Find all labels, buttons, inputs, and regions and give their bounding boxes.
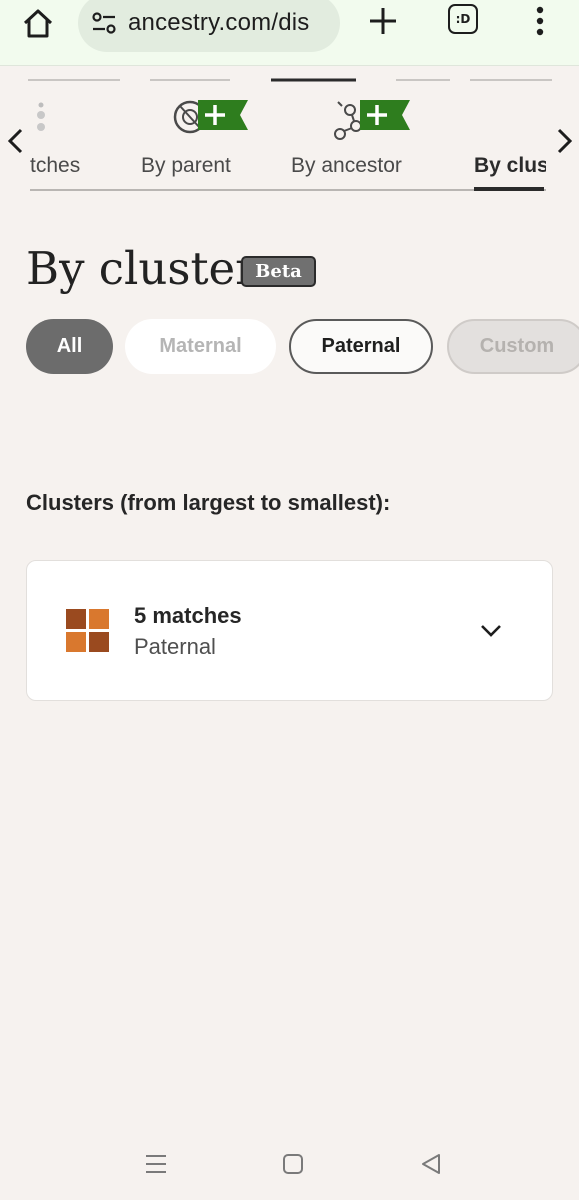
back-icon[interactable] [419, 1152, 443, 1176]
browser-toolbar: ancestry.com/dis :D [0, 0, 579, 66]
carousel-active-indicator [474, 187, 544, 191]
tab-switcher-button[interactable]: :D [448, 4, 478, 34]
tab-switcher-label: :D [455, 12, 471, 26]
recent-apps-icon[interactable] [144, 1153, 168, 1175]
carousel-item-shared-matches[interactable]: tches [30, 154, 80, 178]
site-settings-icon[interactable] [90, 9, 118, 37]
home-nav-icon[interactable] [282, 1153, 304, 1175]
carousel-item-by-ancestor[interactable]: By ancestor [291, 154, 402, 178]
chevron-left-icon[interactable] [4, 126, 28, 156]
ancestor-add-icon[interactable] [330, 96, 412, 142]
carousel-divider [30, 189, 546, 191]
clusters-heading: Clusters (from largest to smallest): [26, 490, 391, 515]
address-bar[interactable]: ancestry.com/dis [78, 0, 340, 52]
url-text: ancestry.com/dis [128, 9, 310, 36]
home-icon[interactable] [20, 6, 56, 42]
cluster-side-label: Paternal [134, 634, 216, 659]
more-menu-icon[interactable] [528, 4, 552, 38]
dots-icon [37, 102, 45, 131]
page-title: By cluster [26, 242, 257, 295]
match-view-carousel: tches By parent By ancestor By clus [0, 88, 579, 198]
system-navigation-bar [0, 1140, 579, 1200]
chevron-right-icon[interactable] [552, 126, 576, 156]
beta-badge: Beta [241, 256, 316, 287]
cluster-grid-icon [66, 609, 109, 652]
top-tabs-strip [28, 78, 552, 82]
carousel-item-by-parent[interactable]: By parent [141, 154, 231, 178]
cluster-card[interactable]: 5 matches Paternal [26, 560, 553, 701]
filter-chip-all[interactable]: All [26, 319, 113, 374]
filter-chip-paternal[interactable]: Paternal [289, 319, 433, 374]
carousel-item-by-cluster[interactable]: By clus [474, 154, 546, 178]
chevron-down-icon[interactable] [479, 621, 503, 641]
parent-add-icon[interactable] [170, 96, 250, 142]
filter-chip-custom[interactable]: Custom [447, 319, 579, 374]
filter-chip-maternal[interactable]: Maternal [125, 319, 276, 374]
new-tab-icon[interactable] [366, 4, 400, 38]
cluster-match-count: 5 matches [134, 603, 242, 628]
